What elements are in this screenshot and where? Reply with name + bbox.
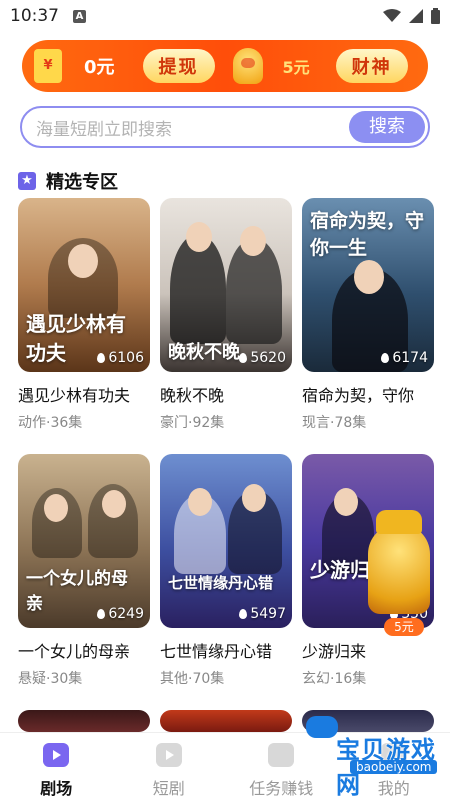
fire-icon <box>239 609 248 619</box>
section-title: 精选专区 <box>46 172 118 193</box>
star-icon: ★ <box>18 172 36 190</box>
watermark: 宝贝游戏网 baobeiy.com <box>300 712 440 799</box>
drama-meta: 其他·70集 <box>160 671 225 687</box>
tab-label: 短剧 <box>152 779 185 798</box>
poster-title: 七世情缘丹心错 <box>168 574 274 592</box>
view-count: 6106 <box>97 350 144 366</box>
search-button[interactable]: 搜索 <box>349 111 425 143</box>
fire-icon <box>381 353 390 363</box>
drama-poster[interactable]: 宿命为契，守你一生 6174 <box>302 198 434 372</box>
signal-icon <box>409 9 423 23</box>
drama-meta: 动作·36集 <box>18 415 83 431</box>
drama-title: 宿命为契，守你 <box>302 386 415 405</box>
drama-poster[interactable]: 一个女儿的母亲 6249 <box>18 454 150 628</box>
drama-poster[interactable] <box>160 710 292 732</box>
tab-short-drama[interactable]: 短剧 <box>113 733 226 800</box>
drama-card[interactable]: 一个女儿的母亲 6249 一个女儿的母亲 悬疑·30集 <box>18 454 150 688</box>
fortune-god-icon <box>232 48 263 84</box>
tab-theater[interactable]: 剧场 <box>0 733 113 800</box>
section-header: ★ 精选专区 <box>18 168 118 194</box>
drama-poster[interactable]: 七世情缘丹心错 5497 <box>160 454 292 628</box>
floating-reward[interactable]: 5元 <box>362 510 434 636</box>
gamepad-icon <box>306 716 338 738</box>
drama-meta: 豪门·92集 <box>160 415 225 431</box>
drama-card[interactable] <box>160 710 292 732</box>
status-bar: 10:37 A <box>0 0 450 32</box>
drama-card[interactable]: 七世情缘丹心错 5497 七世情缘丹心错 其他·70集 <box>160 454 292 688</box>
drama-meta: 玄幻·16集 <box>302 671 367 687</box>
poster-face <box>334 488 358 516</box>
drama-title: 晚秋不晚 <box>160 386 225 405</box>
fortune-god-icon <box>368 524 430 614</box>
view-count: 6174 <box>381 350 428 366</box>
drama-poster[interactable] <box>18 710 150 732</box>
poster-face <box>102 490 126 518</box>
poster-face <box>188 488 212 516</box>
drama-title: 一个女儿的母亲 <box>18 642 131 661</box>
search-input[interactable]: 海量短剧立即搜索 <box>36 115 172 140</box>
battery-icon <box>431 8 440 24</box>
poster-title: 宿命为契，守你一生 <box>310 210 425 259</box>
drama-title: 七世情缘丹心错 <box>160 642 273 661</box>
fortune-god-hat <box>376 510 422 534</box>
poster-face <box>242 484 266 512</box>
drama-meta: 现言·78集 <box>302 415 367 431</box>
view-count: 5620 <box>239 350 286 366</box>
poster-face <box>44 494 68 522</box>
search-bar[interactable]: 海量短剧立即搜索 搜索 <box>20 106 430 148</box>
drama-title: 遇见少林有功夫 <box>18 386 131 405</box>
reward-banner[interactable]: 0元 提现 5元 财神 <box>22 40 428 92</box>
red-envelope-icon <box>34 49 62 83</box>
drama-poster[interactable]: 晚秋不晚 5620 <box>160 198 292 372</box>
task-icon <box>268 743 295 767</box>
withdraw-button[interactable]: 提现 <box>142 49 215 83</box>
reward-amount: 5元 <box>282 58 310 77</box>
poster-face <box>354 260 384 294</box>
drama-poster[interactable]: 遇见少林有功夫 6106 <box>18 198 150 372</box>
drama-card[interactable] <box>18 710 150 732</box>
status-icons <box>383 8 440 24</box>
tab-label: 剧场 <box>40 779 73 798</box>
drama-card[interactable]: 遇见少林有功夫 6106 遇见少林有功夫 动作·36集 <box>18 198 150 432</box>
short-video-icon <box>155 743 182 767</box>
fire-icon <box>97 353 106 363</box>
fire-icon <box>239 353 248 363</box>
watermark-url: baobeiy.com <box>350 760 438 774</box>
fire-icon <box>97 609 106 619</box>
view-count: 5497 <box>239 606 286 622</box>
notification-icon: A <box>73 9 86 23</box>
drama-meta: 悬疑·30集 <box>18 671 83 687</box>
drama-title: 少游归来 <box>302 642 367 661</box>
poster-face <box>68 244 98 278</box>
view-count: 6249 <box>97 606 144 622</box>
floating-reward-amount: 5元 <box>384 618 424 636</box>
status-time: 10:37 <box>10 6 59 26</box>
wifi-icon <box>383 9 401 22</box>
fortune-god-button[interactable]: 财神 <box>335 49 408 83</box>
drama-card[interactable]: 晚秋不晚 5620 晚秋不晚 豪门·92集 <box>160 198 292 432</box>
poster-face <box>240 226 266 256</box>
drama-card[interactable]: 宿命为契，守你一生 6174 宿命为契，守你 现言·78集 <box>302 198 434 432</box>
balance-amount: 0元 <box>84 57 115 78</box>
drama-icon <box>43 743 70 767</box>
poster-face <box>186 222 212 252</box>
